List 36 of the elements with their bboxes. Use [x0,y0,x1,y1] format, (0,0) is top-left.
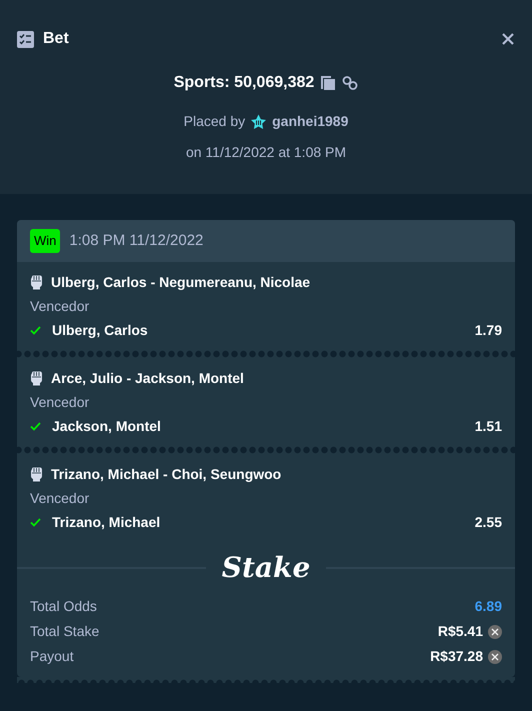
event-name: Trizano, Michael - Choi, Seungwoo [51,465,282,484]
pick-name: Ulberg, Carlos [52,321,149,340]
placed-date: on 11/12/2022 at 1:08 PM [184,143,348,162]
vip-star-icon [250,114,268,130]
market-name: Vencedor [30,393,90,412]
fist-icon [30,371,43,386]
status-badge: Win [30,229,60,253]
market-name: Vencedor [30,489,90,508]
total-label: Total Odds [30,597,97,616]
modal-title: Bet [43,29,69,49]
event-name: Ulberg, Carlos - Negumereanu, Nicolae [51,273,310,292]
leg-odds: 1.51 [474,417,502,436]
fist-icon [30,275,43,290]
fist-icon [30,467,43,482]
link-icon[interactable] [342,75,358,91]
copy-icon[interactable] [320,75,336,91]
checklist-icon [17,30,34,48]
brand-logo: Stake [220,554,312,582]
total-label: Total Stake [30,622,100,641]
coin-icon [488,650,502,664]
slip-time: 1:08 PM 11/12/2022 [69,230,204,251]
leg-odds: 2.55 [474,513,502,532]
total-value: 6.89 [474,597,502,616]
close-button[interactable] [501,32,515,46]
event-name: Arce, Julio - Jackson, Montel [51,369,244,388]
market-name: Vencedor [30,297,90,316]
username: ganhei1989 [272,112,348,131]
placed-by-label: Placed by [184,112,246,131]
coin-icon [488,624,502,638]
total-label: Payout [30,647,74,666]
leg-odds: 1.79 [474,321,502,340]
total-value: R$37.28 [430,647,483,666]
bet-id: Sports: 50,069,382 [174,73,314,93]
total-value: R$5.41 [438,622,483,641]
pick-name: Trizano, Michael [52,513,162,532]
pick-name: Jackson, Montel [52,417,162,436]
